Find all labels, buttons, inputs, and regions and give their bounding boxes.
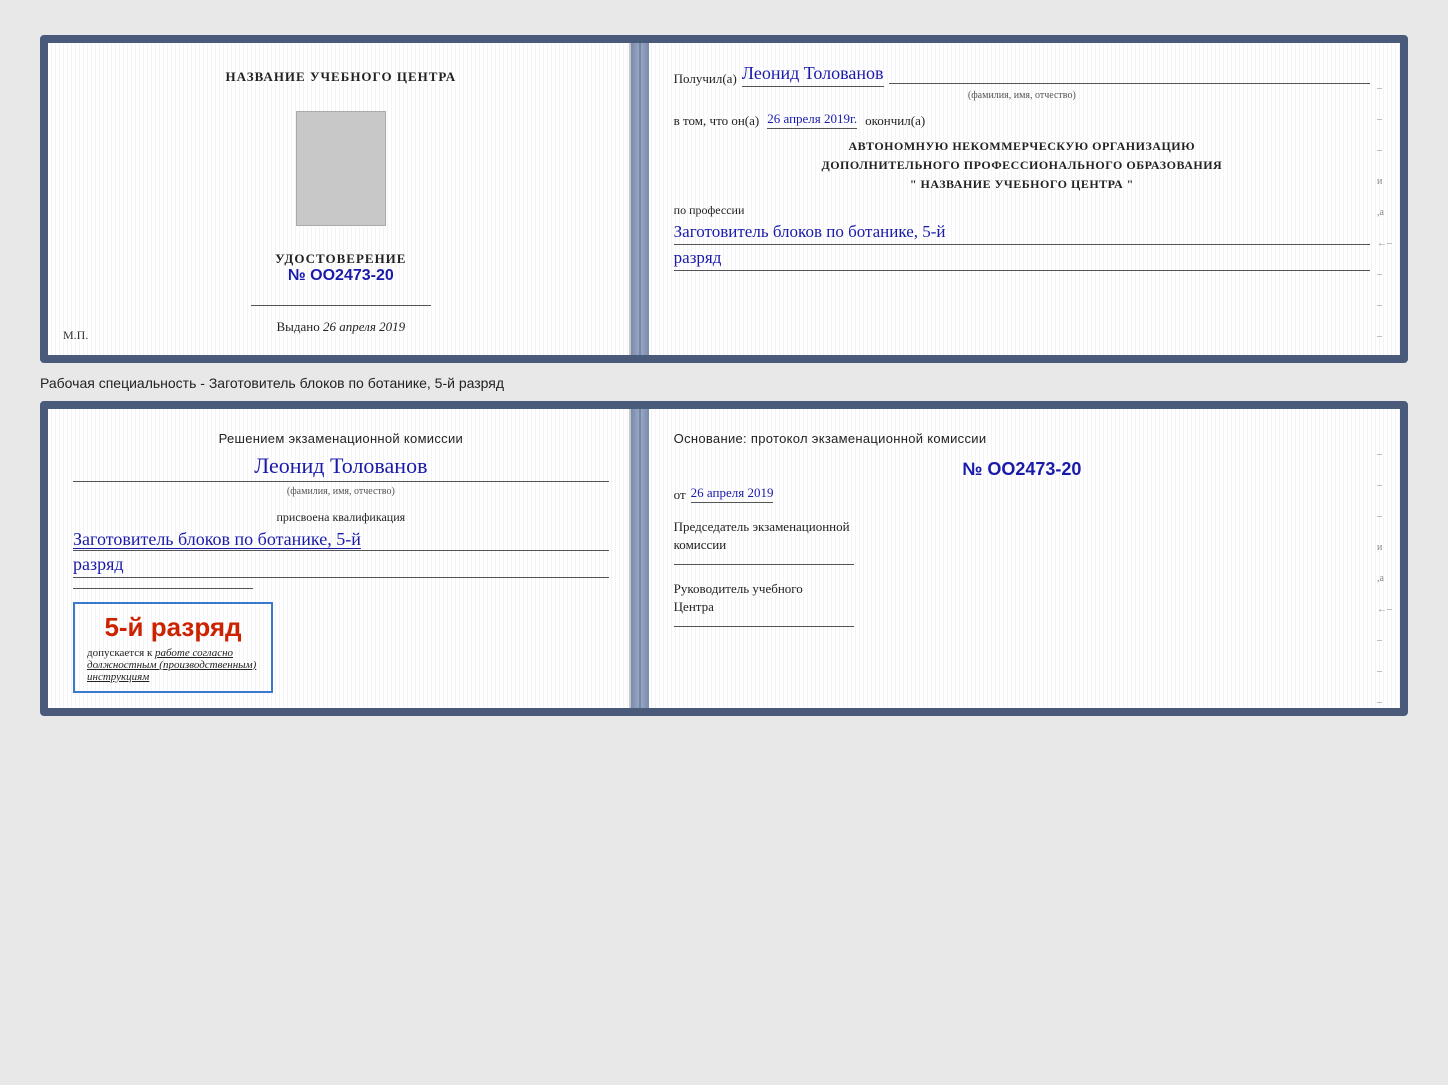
osnovanie-text: Основание: протокол экзаменационной коми… [674, 429, 1370, 449]
poluchil-row: Получил(а) Леонид Толованов [674, 63, 1370, 87]
top-doc-center-title: НАЗВАНИЕ УЧЕБНОГО ЦЕНТРА [226, 68, 457, 86]
side-marks-bottom: – – – и ,а ←– – – – [1377, 449, 1392, 708]
org-line2: ДОПОЛНИТЕЛЬНОГО ПРОФЕССИОНАЛЬНОГО ОБРАЗО… [674, 156, 1370, 175]
predsed-sign-line [674, 564, 854, 565]
fio-hint-top: (фамилия, имя, отчество) [674, 90, 1370, 101]
sign-line-bottom [73, 588, 253, 589]
side-marks-top: – – – и ,а ←– – – – [1377, 83, 1392, 342]
predsed-line1: Председатель экзаменационной [674, 518, 1370, 536]
org-line1: АВТОНОМНУЮ НЕКОММЕРЧЕСКУЮ ОРГАНИЗАЦИЮ [674, 137, 1370, 156]
poluchil-label: Получил(а) [674, 71, 737, 87]
mp-label: М.П. [63, 328, 88, 343]
photo-placeholder [296, 111, 386, 226]
bottom-doc-right: Основание: протокол экзаменационной коми… [649, 409, 1400, 708]
razryad-top: разряд [674, 248, 1370, 271]
vtom-row: в том, что он(а) 26 апреля 2019г. окончи… [674, 111, 1370, 129]
separator-text: Рабочая специальность - Заготовитель бло… [40, 375, 1408, 391]
predsed-line2: комиссии [674, 536, 1370, 554]
po-professii-label: по профессии [674, 203, 1370, 218]
stamp-box: 5-й разряд допускается к работе согласно… [73, 602, 273, 693]
vydano-row: Выдано 26 апреля 2019 [276, 319, 405, 335]
recipient-name-top: Леонид Толованов [742, 63, 884, 87]
vydano-label: Выдано [276, 319, 319, 334]
recipient-name-bottom: Леонид Толованов [73, 453, 609, 482]
org-line3: " НАЗВАНИЕ УЧЕБНОГО ЦЕНТРА " [674, 175, 1370, 194]
spine-1 [631, 43, 649, 355]
top-doc-left: НАЗВАНИЕ УЧЕБНОГО ЦЕНТРА УДОСТОВЕРЕНИЕ №… [48, 43, 631, 355]
udost-label: УДОСТОВЕРЕНИЕ [275, 251, 406, 267]
top-document-card: НАЗВАНИЕ УЧЕБНОГО ЦЕНТРА УДОСТОВЕРЕНИЕ №… [40, 35, 1408, 363]
ruk-line1: Руководитель учебного [674, 580, 1370, 598]
ot-row: от 26 апреля 2019 [674, 485, 1370, 503]
bottom-doc-left: Решением экзаменационной комиссии Леонид… [48, 409, 631, 708]
okonchil-label: окончил(а) [865, 113, 925, 129]
page-wrapper: НАЗВАНИЕ УЧЕБНОГО ЦЕНТРА УДОСТОВЕРЕНИЕ №… [20, 20, 1428, 743]
fio-hint-bottom: (фамилия, имя, отчество) [73, 486, 609, 497]
ruk-text: Руководитель учебного Центра [674, 580, 1370, 616]
spine-2 [631, 409, 649, 708]
name-dash-line [889, 83, 1370, 84]
profession-top: Заготовитель блоков по ботанике, 5-й [674, 222, 1370, 245]
reshen-text: Решением экзаменационной комиссии [73, 429, 609, 449]
predsed-text: Председатель экзаменационной комиссии [674, 518, 1370, 554]
sign-line-1 [251, 305, 431, 306]
vtom-date: 26 апреля 2019г. [767, 111, 857, 129]
ot-label: от [674, 487, 686, 503]
top-doc-right: Получил(а) Леонид Толованов (фамилия, им… [649, 43, 1400, 355]
stamp-number: 5-й разряд [87, 612, 259, 643]
protocol-number: № OO2473-20 [674, 459, 1370, 480]
dopuskaetsya-prefix: допускается к [87, 647, 152, 659]
vtom-label: в том, что он(а) [674, 113, 760, 129]
vydano-date: 26 апреля 2019 [323, 319, 405, 334]
ruk-sign-line [674, 626, 854, 627]
ruk-line2: Центра [674, 598, 1370, 616]
prisvoena-label: присвоена квалификация [73, 510, 609, 525]
udost-number: № OO2473-20 [288, 267, 394, 285]
ot-date: 26 апреля 2019 [691, 485, 774, 503]
razryad-bottom: разряд [73, 554, 609, 578]
bottom-document-card: Решением экзаменационной комиссии Леонид… [40, 401, 1408, 716]
profession-bottom: Заготовитель блоков по ботанике, 5-й [73, 529, 609, 551]
dopuskaetsya: допускается к работе согласно должностны… [87, 647, 259, 683]
org-block: АВТОНОМНУЮ НЕКОММЕРЧЕСКУЮ ОРГАНИЗАЦИЮ ДО… [674, 137, 1370, 195]
